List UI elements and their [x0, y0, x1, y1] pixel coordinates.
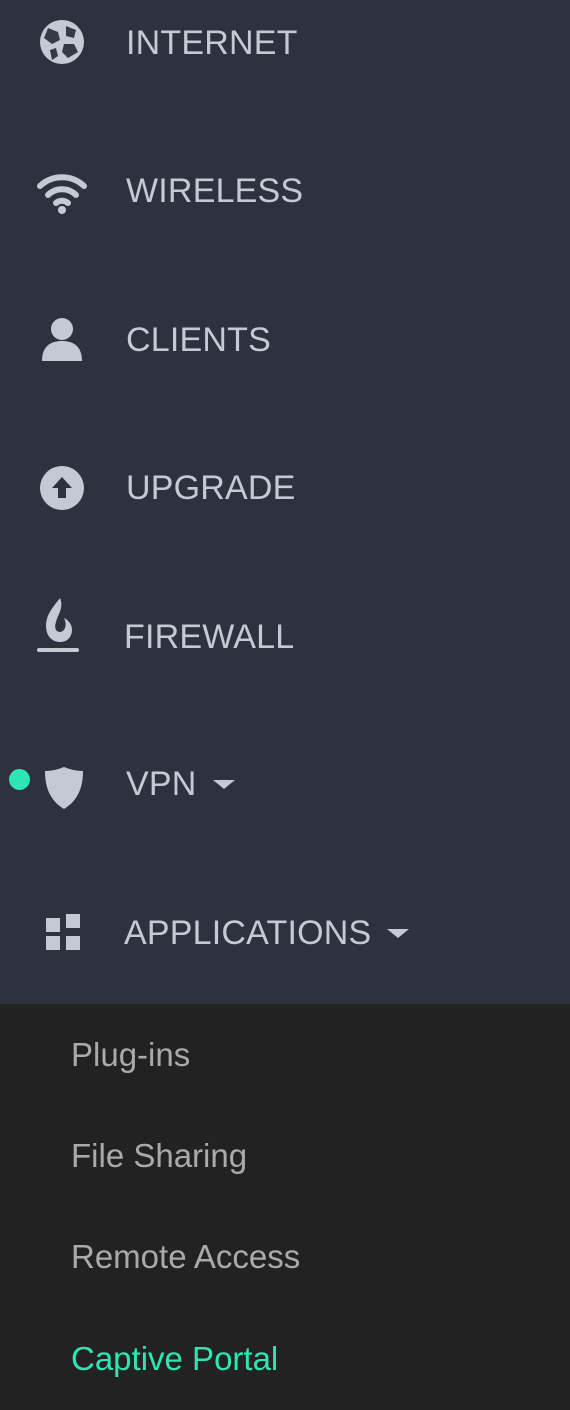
submenu-item-captive-portal[interactable]: Captive Portal	[71, 1342, 278, 1375]
sidebar-item-label: FIREWALL	[124, 618, 295, 656]
sidebar-item-vpn[interactable]: VPN	[0, 740, 570, 850]
sidebar-item-upgrade[interactable]: UPGRADE	[0, 444, 570, 554]
shield-icon	[38, 762, 90, 814]
sidebar-item-clients[interactable]: CLIENTS	[0, 297, 570, 407]
sidebar-item-internet[interactable]: INTERNET	[0, 0, 570, 110]
submenu-item-remote-access[interactable]: Remote Access	[71, 1240, 300, 1273]
applications-label-text: APPLICATIONS	[124, 914, 372, 952]
vpn-label-text: VPN	[126, 765, 197, 803]
sidebar-item-label: APPLICATIONS	[124, 914, 410, 952]
sidebar-item-label: VPN	[126, 767, 235, 801]
sidebar-item-firewall[interactable]: FIREWALL	[0, 592, 570, 702]
sidebar-item-label: WIRELESS	[126, 172, 304, 210]
sidebar-item-wireless[interactable]: WIRELESS	[0, 148, 570, 258]
upload-arrow-icon	[36, 462, 88, 514]
sidebar-item-applications[interactable]: APPLICATIONS	[0, 888, 570, 998]
vpn-status-dot	[9, 769, 30, 790]
sidebar-item-label: CLIENTS	[126, 321, 271, 359]
submenu-item-plug-ins[interactable]: Plug-ins	[71, 1038, 190, 1071]
wifi-icon	[36, 166, 88, 218]
chevron-down-icon	[212, 779, 235, 789]
sidebar-nav: INTERNET WIRELESS CLIENTS UPGRADE FIREWA…	[0, 0, 570, 1410]
applications-submenu: Plug-ins File Sharing Remote Access Capt…	[0, 1004, 570, 1410]
sidebar-item-label: INTERNET	[126, 24, 298, 62]
sidebar-item-label: UPGRADE	[126, 469, 296, 507]
submenu-item-file-sharing[interactable]: File Sharing	[71, 1139, 247, 1172]
chevron-down-icon	[387, 928, 410, 938]
globe-icon	[36, 16, 88, 68]
grid-icon	[36, 908, 88, 960]
flame-icon	[32, 598, 84, 652]
user-icon	[36, 313, 88, 365]
